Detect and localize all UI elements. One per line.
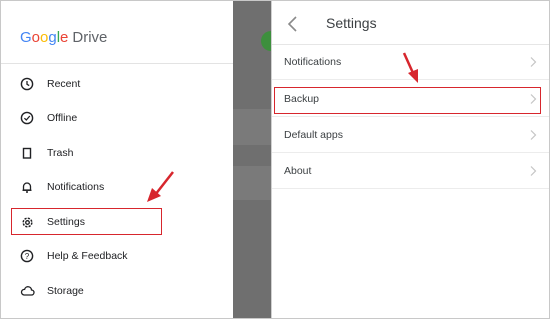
drawer-item-trash[interactable]: Trash — [13, 140, 231, 166]
settings-row-about[interactable]: About — [272, 154, 549, 189]
drawer-item-label: Storage — [47, 285, 84, 297]
chevron-right-icon — [530, 166, 537, 176]
screenshot-frame: Google Drive Recent Offline Trash Notifi… — [0, 0, 550, 319]
chevron-right-icon — [530, 57, 537, 67]
settings-highlight-box — [11, 208, 162, 235]
settings-row-label: Notifications — [284, 56, 342, 68]
chevron-right-icon — [530, 130, 537, 140]
help-icon: ? — [19, 248, 35, 264]
drawer-item-notifications[interactable]: Notifications — [13, 174, 231, 200]
back-chevron-icon[interactable] — [284, 13, 304, 35]
drawer-item-storage[interactable]: Storage — [13, 278, 231, 304]
cloud-icon — [19, 283, 35, 299]
backup-highlight-box — [274, 87, 541, 114]
bell-icon — [19, 179, 35, 195]
trash-icon — [19, 145, 35, 161]
google-drive-logo: Google Drive — [20, 29, 108, 46]
drawer-item-recent[interactable]: Recent — [13, 71, 231, 97]
drawer-item-label: Help & Feedback — [47, 250, 128, 262]
page-title: Settings — [326, 15, 377, 31]
clock-icon — [19, 76, 35, 92]
dimmed-background — [233, 1, 281, 318]
annotation-arrow-icon — [147, 171, 174, 202]
settings-row-default-apps[interactable]: Default apps — [272, 118, 549, 153]
drawer-item-label: Recent — [47, 78, 81, 90]
settings-row-label: About — [284, 165, 312, 177]
drawer-item-label: Offline — [47, 112, 78, 124]
annotation-arrow-icon — [402, 52, 418, 83]
drawer-item-label: Notifications — [47, 181, 105, 193]
settings-screen: Settings Notifications Backup Default ap… — [271, 1, 549, 318]
svg-text:?: ? — [25, 252, 30, 261]
drawer-item-help-feedback[interactable]: ? Help & Feedback — [13, 243, 231, 269]
drawer-item-offline[interactable]: Offline — [13, 105, 231, 131]
offline-check-icon — [19, 110, 35, 126]
navigation-drawer: Google Drive Recent Offline Trash Notifi… — [1, 1, 233, 318]
settings-row-label: Default apps — [284, 129, 343, 141]
drawer-item-label: Trash — [47, 147, 74, 159]
drawer-divider — [1, 63, 233, 64]
